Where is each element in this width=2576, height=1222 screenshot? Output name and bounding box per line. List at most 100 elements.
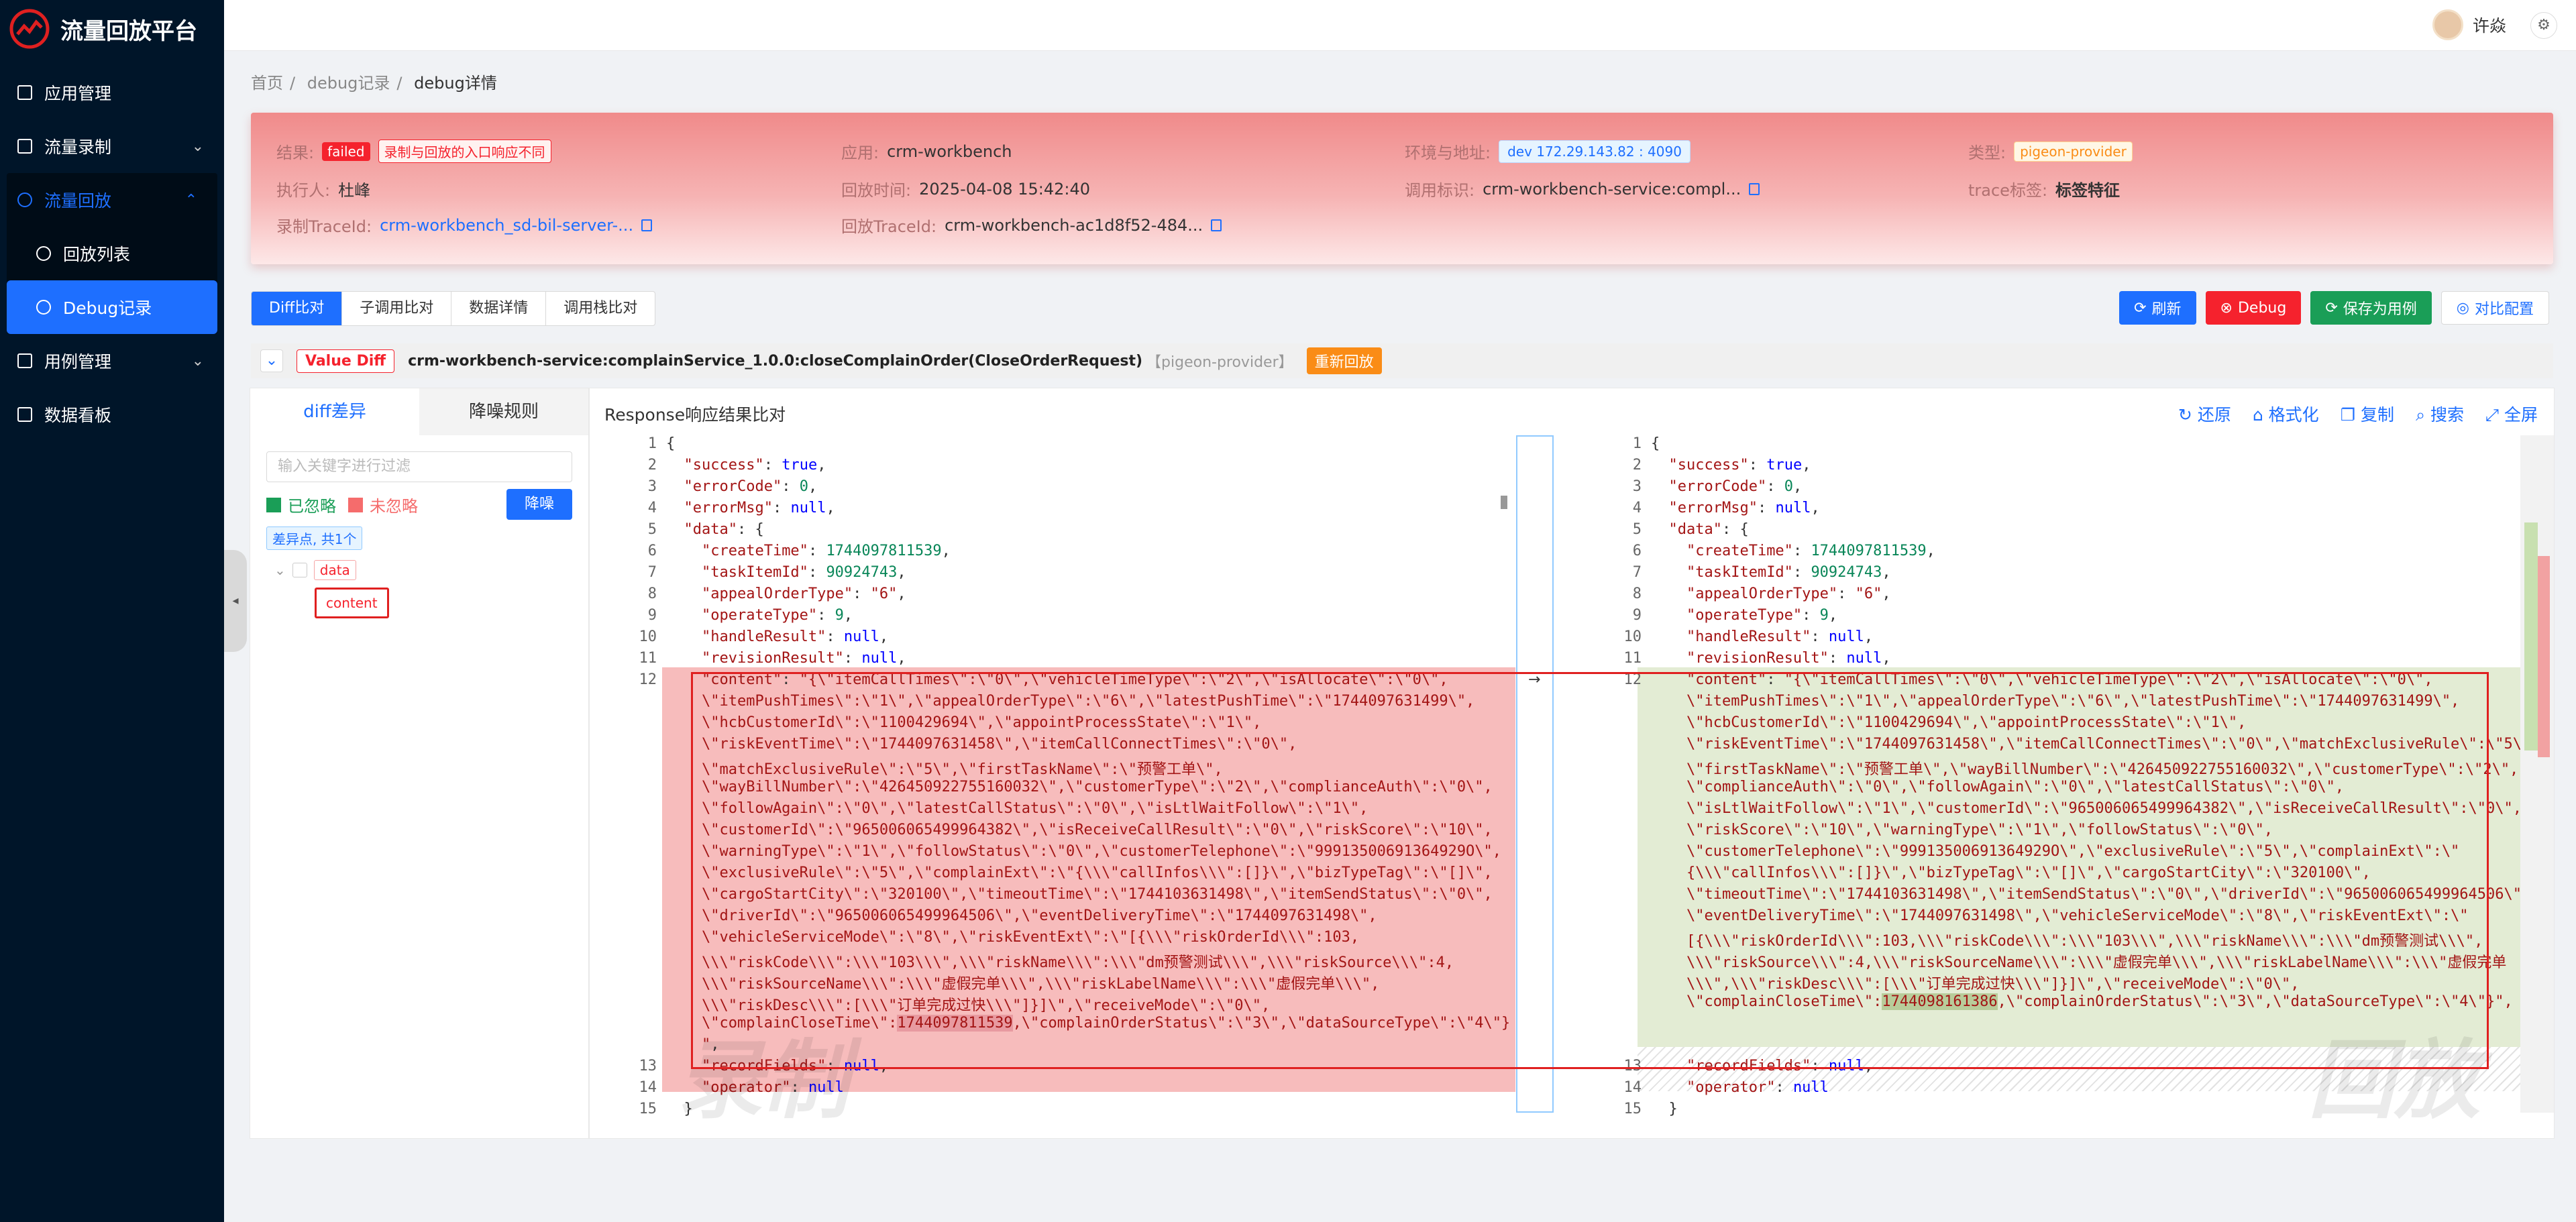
user-name: 许焱 <box>2472 16 2506 36</box>
gear-icon[interactable]: ⚙ <box>2530 12 2557 39</box>
sidebar-item-app-management[interactable]: 应用管理 <box>0 66 224 119</box>
topbar: 许焱 ⚙ <box>224 0 2576 51</box>
replay-time-value: 2025-04-08 15:42:40 <box>919 179 1090 199</box>
breadcrumb-debug-records[interactable]: debug记录 <box>307 74 390 93</box>
editor-scroll-thumb[interactable] <box>1501 496 1507 509</box>
replay-trace-value: crm-workbench-ac1d8f52-484... <box>945 215 1203 235</box>
chevron-down-icon[interactable]: ⌄ <box>260 349 283 372</box>
app-field: 应用: crm-workbench <box>841 142 1012 163</box>
sidebar-item-label: 应用管理 <box>44 84 112 103</box>
diff-item-header: ⌄ Value Diff crm-workbench-service:compl… <box>251 343 2553 378</box>
sidebar-item-label: 用例管理 <box>44 352 112 372</box>
result-field: 结果: failed 录制与回放的入口响应不同 <box>276 140 551 163</box>
sidebar-item-traffic-record[interactable]: 流量录制 ⌄ <box>0 119 224 173</box>
ignored-swatch <box>266 497 281 512</box>
editor-toolbar: ↻ 还原 ⌂ 格式化 ❐ 复制 ⌕ 搜索 ⤢ 全屏 <box>2178 402 2538 426</box>
tree-checkbox[interactable] <box>292 563 307 577</box>
tab-denoise-rules[interactable]: 降噪规则 <box>419 388 588 435</box>
executor-value: 杜峰 <box>338 181 371 200</box>
diff-panel-tabs: diff差异 降噪规则 <box>250 388 588 435</box>
diff-gutter-box <box>1516 435 1554 1113</box>
ignore-legend: 已忽略 未忽略 <box>266 493 418 516</box>
book-icon <box>17 353 32 368</box>
type-badge: pigeon-provider <box>2014 141 2133 162</box>
sidebar-item-traffic-replay[interactable]: 流量回放 ⌃ <box>7 173 217 227</box>
sidebar-submenu-replay: 流量回放 ⌃ 回放列表 Debug记录 <box>7 173 217 334</box>
method-signature: crm-workbench-service:complainService_1.… <box>408 352 1143 370</box>
avatar <box>2432 9 2463 40</box>
monitor-icon <box>17 85 32 100</box>
copy-button[interactable]: ❐ 复制 <box>2341 402 2394 426</box>
denoise-button[interactable]: 降噪 <box>506 489 572 520</box>
sidebar-item-label: 流量回放 <box>44 191 112 211</box>
format-button[interactable]: ⌂ 格式化 <box>2253 402 2319 426</box>
env-field: 环境与地址: dev 172.29.143.82 : 4090 <box>1405 140 1690 163</box>
call-id-value: crm-workbench-service:compl... <box>1483 179 1741 199</box>
keyword-filter-input[interactable]: 输入关键字进行过滤 <box>266 451 572 482</box>
fullscreen-button[interactable]: ⤢ 全屏 <box>2485 402 2538 426</box>
sidebar-item-label: 数据看板 <box>44 406 112 425</box>
not-ignored-swatch <box>348 497 363 512</box>
save-case-button[interactable]: ⟳ 保存为用例 <box>2310 291 2432 325</box>
replay-again-button[interactable]: 重新回放 <box>1306 347 1382 374</box>
sidebar-item-case-management[interactable]: 用例管理 ⌄ <box>0 334 224 388</box>
save-icon: ⟳ <box>2325 299 2338 317</box>
copy-icon[interactable] <box>641 219 653 231</box>
call-id-field: 调用标识: crm-workbench-service:compl... <box>1405 177 1760 201</box>
panel-title: Response响应结果比对 <box>604 405 786 425</box>
tab-diff-points[interactable]: diff差异 <box>250 388 419 435</box>
sidebar-item-label: Debug记录 <box>63 298 152 318</box>
record-icon <box>17 139 32 154</box>
status-badge: failed <box>322 142 370 161</box>
trace-tag-field: trace标签: 标签特征 <box>1968 177 2120 201</box>
tree-node-content[interactable]: content <box>274 583 389 623</box>
copy-icon[interactable] <box>1749 182 1760 195</box>
collapse-handle[interactable]: ◂ <box>224 550 247 652</box>
record-trace-link[interactable]: crm-workbench_sd-bil-server-... <box>380 216 633 235</box>
record-watermark: 录制 <box>677 1031 849 1131</box>
tab-diff[interactable]: Diff比对 <box>252 292 343 325</box>
sidebar-item-label: 回放列表 <box>63 245 131 264</box>
type-field: 类型: pigeon-provider <box>1968 140 2133 163</box>
debug-button[interactable]: ⊗ Debug <box>2205 291 2302 325</box>
overview-ruler[interactable] <box>2520 435 2554 1113</box>
diff-tree: ⌄ data content <box>274 557 389 623</box>
logo-icon <box>9 9 50 49</box>
diff-count-badge: 差异点, 共1个 <box>266 526 363 550</box>
sidebar-item-debug-records[interactable]: Debug记录 <box>7 280 217 334</box>
diff-tree-panel: diff差异 降噪规则 输入关键字进行过滤 已忽略 未忽略 降噪 差异点, 共1… <box>250 388 589 1139</box>
value-diff-badge: Value Diff <box>297 349 395 373</box>
caret-down-icon[interactable]: ⌄ <box>274 562 286 578</box>
restore-button[interactable]: ↻ 还原 <box>2178 402 2231 426</box>
trace-tag-value: 标签特征 <box>2055 181 2121 200</box>
breadcrumb-home[interactable]: 首页 <box>251 74 283 93</box>
tab-data-detail[interactable]: 数据详情 <box>451 292 547 325</box>
search-button[interactable]: ⌕ 搜索 <box>2416 402 2464 426</box>
action-bar: ⟳ 刷新 ⊗ Debug ⟳ 保存为用例 ◎ 对比配置 <box>2119 291 2549 325</box>
app-value: crm-workbench <box>887 142 1012 161</box>
replay-time-field: 回放时间: 2025-04-08 15:42:40 <box>841 179 1090 201</box>
dashboard-icon <box>17 407 32 422</box>
provider-label: 【pigeon-provider】 <box>1146 354 1293 371</box>
detail-tabs: Diff比对 子调用比对 数据详情 调用栈比对 <box>251 291 656 326</box>
compare-config-button[interactable]: ◎ 对比配置 <box>2440 291 2549 325</box>
result-message-badge: 录制与回放的入口响应不同 <box>378 140 551 163</box>
tree-node-data[interactable]: ⌄ data <box>274 557 389 583</box>
breadcrumb: 首页 / debug记录 / debug详情 <box>251 74 497 93</box>
refresh-button[interactable]: ⟳ 刷新 <box>2119 291 2196 325</box>
chevron-down-icon: ⌄ <box>191 352 204 370</box>
user-menu[interactable]: 许焱 <box>2432 9 2506 40</box>
response-compare-panel: Response响应结果比对 ↻ 还原 ⌂ 格式化 ❐ 复制 ⌕ 搜索 ⤢ 全屏… <box>589 388 2555 1139</box>
arrow-right-icon[interactable]: → <box>1528 671 1540 688</box>
sidebar-item-replay-list[interactable]: 回放列表 <box>7 227 217 280</box>
settings-icon: ◎ <box>2456 299 2469 317</box>
sidebar-item-label: 流量录制 <box>44 137 112 157</box>
tab-stack[interactable]: 调用栈比对 <box>546 292 655 325</box>
bug-icon: ⊗ <box>2220 299 2233 317</box>
app-logo[interactable]: 流量回放平台 <box>0 0 224 58</box>
sidebar-item-dashboard[interactable]: 数据看板 <box>0 388 224 441</box>
copy-icon[interactable] <box>1211 219 1222 231</box>
breadcrumb-current: debug详情 <box>414 74 497 93</box>
tab-sub-call[interactable]: 子调用比对 <box>342 292 452 325</box>
replay-trace-field: 回放TraceId: crm-workbench-ac1d8f52-484... <box>841 213 1222 237</box>
